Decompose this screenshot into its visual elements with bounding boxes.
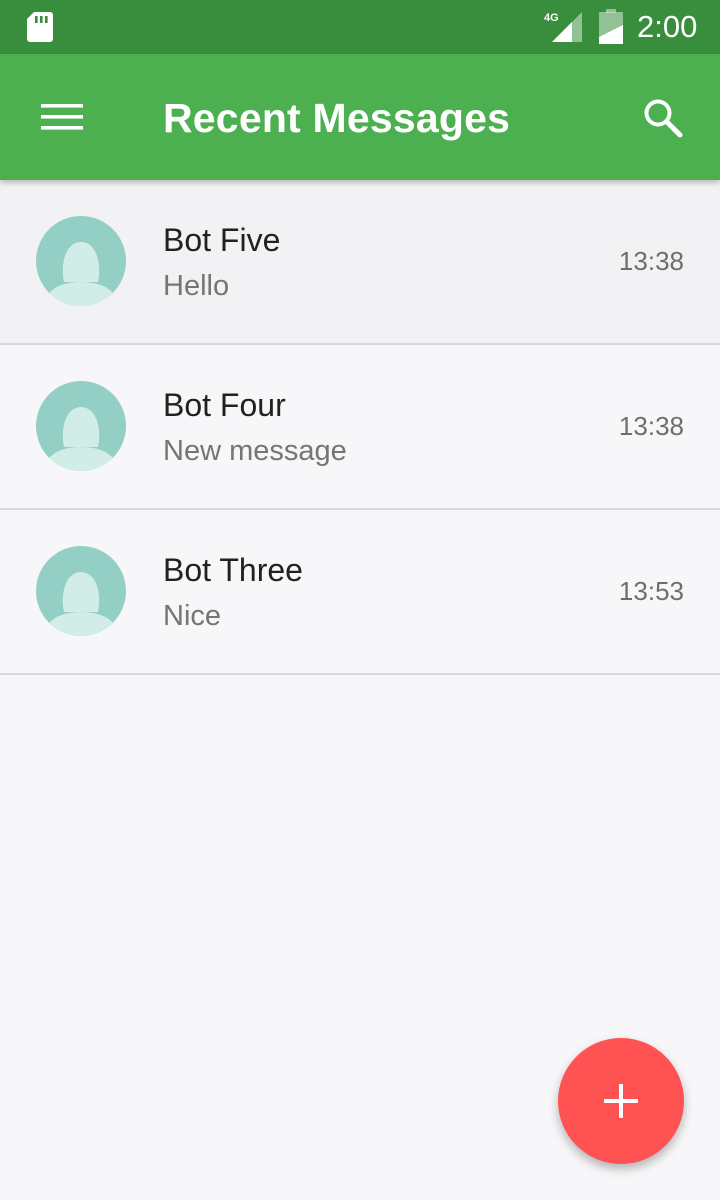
message-preview: New message xyxy=(163,435,347,467)
message-time: 13:38 xyxy=(618,246,684,276)
conversation-row[interactable]: Bot Three Nice 13:53 xyxy=(0,510,720,675)
person-avatar-icon xyxy=(36,216,126,306)
search-button[interactable] xyxy=(630,86,694,150)
message-preview: Hello xyxy=(163,270,230,302)
person-avatar-icon xyxy=(36,381,126,471)
plus-icon xyxy=(604,1084,638,1118)
app-bar: Recent Messages xyxy=(0,54,720,180)
status-bar: 4G 2:00 xyxy=(0,0,720,54)
search-icon xyxy=(644,99,683,138)
sd-card-icon xyxy=(27,12,53,42)
sender-name: Bot Five xyxy=(163,222,281,258)
signal-icon: 4G xyxy=(544,12,582,42)
sender-name: Bot Three xyxy=(163,552,303,588)
conversation-row[interactable]: Bot Four New message 13:38 xyxy=(0,345,720,510)
battery-icon xyxy=(599,9,623,44)
hamburger-menu-icon xyxy=(41,104,83,130)
conversation-row[interactable]: Bot Five Hello 13:38 xyxy=(0,180,720,345)
message-time: 13:53 xyxy=(618,576,684,606)
message-preview: Nice xyxy=(163,600,222,632)
message-time: 13:38 xyxy=(618,411,684,441)
new-message-button[interactable] xyxy=(558,1038,684,1164)
sender-name: Bot Four xyxy=(163,387,286,423)
conversation-list: Bot Five Hello 13:38 Bot Four New messag… xyxy=(0,180,720,675)
network-type-label: 4G xyxy=(544,12,559,24)
page-title: Recent Messages xyxy=(163,95,511,141)
status-clock: 2:00 xyxy=(637,9,698,44)
person-avatar-icon xyxy=(36,546,126,636)
menu-button[interactable] xyxy=(30,92,94,142)
